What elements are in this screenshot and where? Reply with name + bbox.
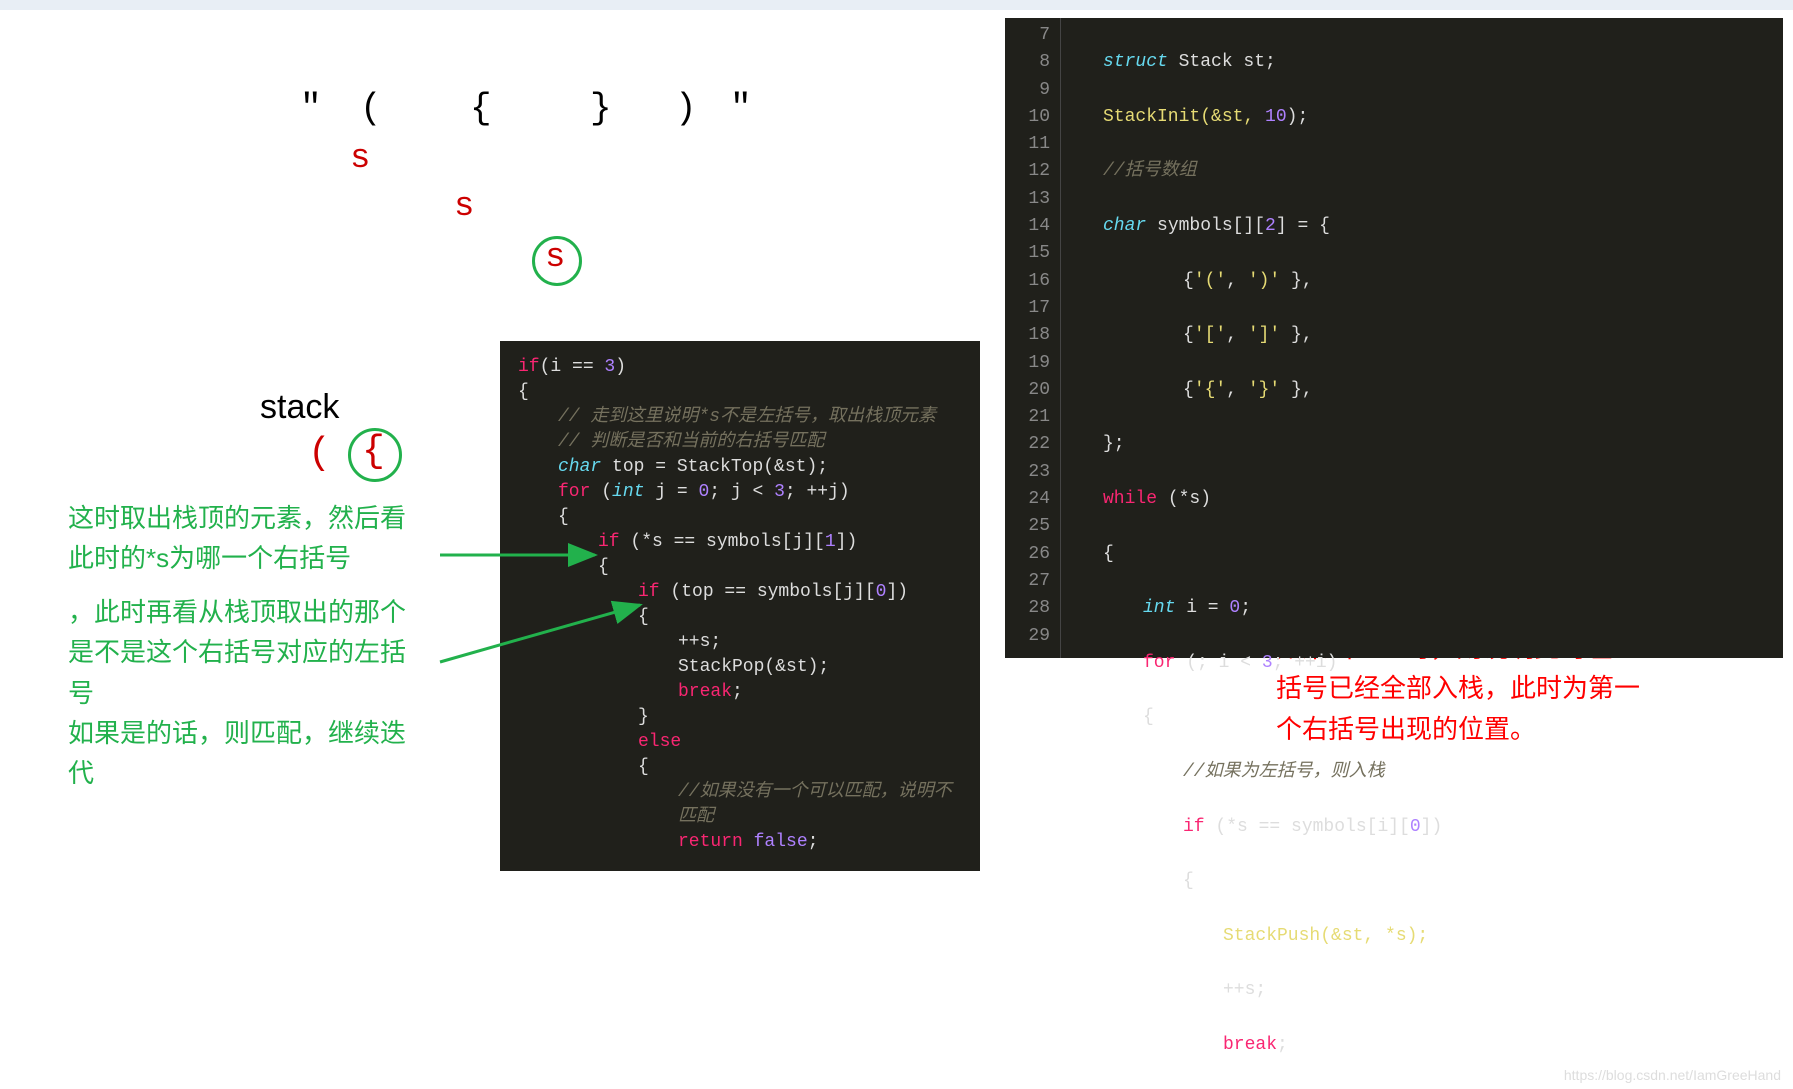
s-marker-3: s bbox=[545, 239, 565, 277]
green-note-1: 这时取出栈顶的元素，然后看 此时的*s为哪一个右括号 bbox=[68, 498, 468, 579]
stack-label: stack bbox=[260, 388, 339, 427]
code-body-right: struct Stack st; StackInit(&st, 10); //括… bbox=[1061, 18, 1783, 658]
sym-paren-close: ) bbox=[675, 88, 697, 129]
watermark: https://blog.csdn.net/IamGreeHand bbox=[1564, 1067, 1781, 1083]
sym-brace-open: { bbox=[470, 88, 492, 129]
s-marker-3-wrap: s bbox=[532, 236, 576, 280]
sym-quote-open: " bbox=[300, 88, 322, 129]
code-block-left: if(i == 3) { // 走到这里说明*s不是左括号，取出栈顶元素 // … bbox=[500, 341, 980, 871]
gutter: 78910 11121314 15161718 19202122 2324252… bbox=[1005, 18, 1061, 658]
stack-brace: { bbox=[362, 430, 385, 473]
sym-brace-close: } bbox=[590, 88, 612, 129]
top-bar bbox=[0, 0, 1793, 10]
stack-brace-wrap: { bbox=[348, 428, 396, 476]
s-marker-2: s bbox=[454, 188, 474, 226]
sym-paren-open: ( bbox=[360, 88, 382, 129]
sym-quote-close: " bbox=[730, 88, 752, 129]
s-marker-1: s bbox=[350, 140, 370, 178]
stack-paren: ( bbox=[308, 432, 331, 475]
code-block-right: 78910 11121314 15161718 19202122 2324252… bbox=[1005, 18, 1783, 658]
green-note-2: ，此时再看从栈顶取出的那个 是不是这个右括号对应的左括 号 如果是的话，则匹配，… bbox=[68, 592, 468, 793]
